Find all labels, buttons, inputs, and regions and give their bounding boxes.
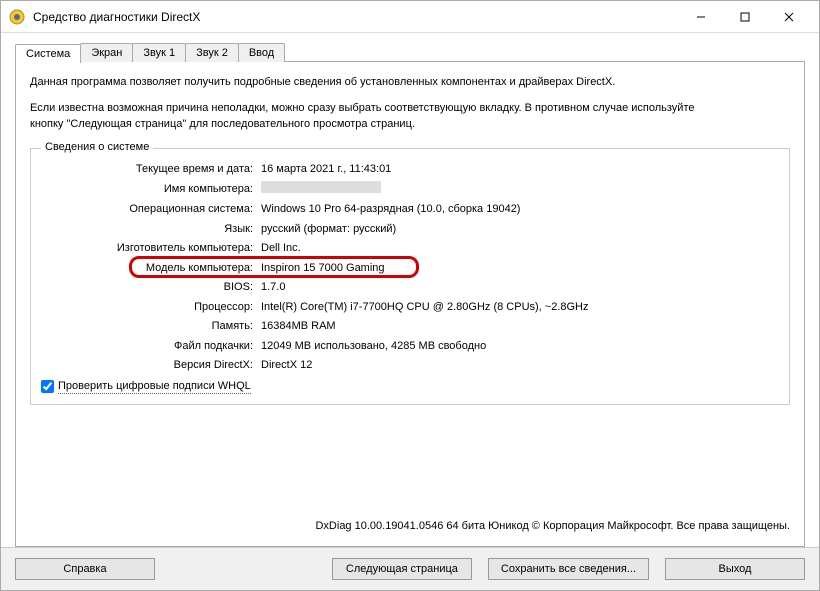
label-os: Операционная система: bbox=[41, 201, 261, 218]
intro-text-1: Данная программа позволяет получить подр… bbox=[30, 76, 790, 88]
label-directx: Версия DirectX: bbox=[41, 357, 261, 374]
tab-sound1[interactable]: Звук 1 bbox=[132, 43, 186, 62]
row-model: Модель компьютера: Inspiron 15 7000 Gami… bbox=[41, 260, 779, 277]
redacted-value bbox=[261, 181, 381, 193]
label-pagefile: Файл подкачки: bbox=[41, 338, 261, 355]
row-os: Операционная система: Windows 10 Pro 64-… bbox=[41, 201, 779, 218]
button-bar: Справка Следующая страница Сохранить все… bbox=[1, 547, 819, 590]
row-ram: Память: 16384MB RAM bbox=[41, 318, 779, 335]
tab-system[interactable]: Система bbox=[15, 44, 81, 63]
value-computer-name bbox=[261, 181, 779, 199]
content-area: Система Экран Звук 1 Звук 2 Ввод Данная … bbox=[1, 33, 819, 547]
value-model: Inspiron 15 7000 Gaming bbox=[261, 260, 779, 277]
label-lang: Язык: bbox=[41, 221, 261, 238]
app-icon bbox=[9, 9, 25, 25]
label-cpu: Процессор: bbox=[41, 299, 261, 316]
row-bios: BIOS: 1.7.0 bbox=[41, 279, 779, 296]
window: Средство диагностики DirectX Система Экр… bbox=[0, 0, 820, 591]
window-title: Средство диагностики DirectX bbox=[33, 10, 679, 24]
value-directx: DirectX 12 bbox=[261, 357, 779, 374]
tab-screen[interactable]: Экран bbox=[80, 43, 133, 62]
exit-button[interactable]: Выход bbox=[665, 558, 805, 580]
maximize-button[interactable] bbox=[723, 2, 767, 32]
value-ram: 16384MB RAM bbox=[261, 318, 779, 335]
whql-checkbox[interactable] bbox=[41, 380, 54, 393]
intro-text-3: кнопку "Следующая страница" для последов… bbox=[30, 118, 790, 130]
whql-checkbox-label[interactable]: Проверить цифровые подписи WHQL bbox=[41, 380, 251, 394]
row-pagefile: Файл подкачки: 12049 MB использовано, 42… bbox=[41, 338, 779, 355]
row-datetime: Текущее время и дата: 16 марта 2021 г., … bbox=[41, 161, 779, 178]
tab-strip: Система Экран Звук 1 Звук 2 Ввод bbox=[15, 43, 805, 62]
system-info-group: Сведения о системе Текущее время и дата:… bbox=[30, 148, 790, 405]
value-os: Windows 10 Pro 64-разрядная (10.0, сборк… bbox=[261, 201, 779, 218]
label-manufacturer: Изготовитель компьютера: bbox=[41, 240, 261, 257]
intro-text-2: Если известна возможная причина неполадк… bbox=[30, 102, 790, 114]
label-datetime: Текущее время и дата: bbox=[41, 161, 261, 178]
row-computer-name: Имя компьютера: bbox=[41, 181, 779, 199]
label-computer-name: Имя компьютера: bbox=[41, 181, 261, 199]
row-cpu: Процессор: Intel(R) Core(TM) i7-7700HQ C… bbox=[41, 299, 779, 316]
value-datetime: 16 марта 2021 г., 11:43:01 bbox=[261, 161, 779, 178]
next-page-button[interactable]: Следующая страница bbox=[332, 558, 472, 580]
window-controls bbox=[679, 2, 811, 32]
help-button[interactable]: Справка bbox=[15, 558, 155, 580]
label-bios: BIOS: bbox=[41, 279, 261, 296]
group-title: Сведения о системе bbox=[41, 141, 153, 153]
minimize-button[interactable] bbox=[679, 2, 723, 32]
value-bios: 1.7.0 bbox=[261, 279, 779, 296]
tab-input[interactable]: Ввод bbox=[238, 43, 285, 62]
close-button[interactable] bbox=[767, 2, 811, 32]
row-lang: Язык: русский (формат: русский) bbox=[41, 221, 779, 238]
titlebar: Средство диагностики DirectX bbox=[1, 1, 819, 33]
label-ram: Память: bbox=[41, 318, 261, 335]
tab-sound2[interactable]: Звук 2 bbox=[185, 43, 239, 62]
whql-checkbox-text: Проверить цифровые подписи WHQL bbox=[58, 380, 251, 394]
value-cpu: Intel(R) Core(TM) i7-7700HQ CPU @ 2.80GH… bbox=[261, 299, 779, 316]
label-model: Модель компьютера: bbox=[41, 260, 261, 277]
whql-checkbox-row: Проверить цифровые подписи WHQL bbox=[41, 380, 779, 394]
save-button[interactable]: Сохранить все сведения... bbox=[488, 558, 649, 580]
value-pagefile: 12049 MB использовано, 4285 MB свободно bbox=[261, 338, 779, 355]
row-manufacturer: Изготовитель компьютера: Dell Inc. bbox=[41, 240, 779, 257]
tab-panel: Данная программа позволяет получить подр… bbox=[15, 61, 805, 547]
value-lang: русский (формат: русский) bbox=[261, 221, 779, 238]
value-manufacturer: Dell Inc. bbox=[261, 240, 779, 257]
footer-copyright: DxDiag 10.00.19041.0546 64 бита Юникод ©… bbox=[30, 512, 790, 532]
row-directx: Версия DirectX: DirectX 12 bbox=[41, 357, 779, 374]
